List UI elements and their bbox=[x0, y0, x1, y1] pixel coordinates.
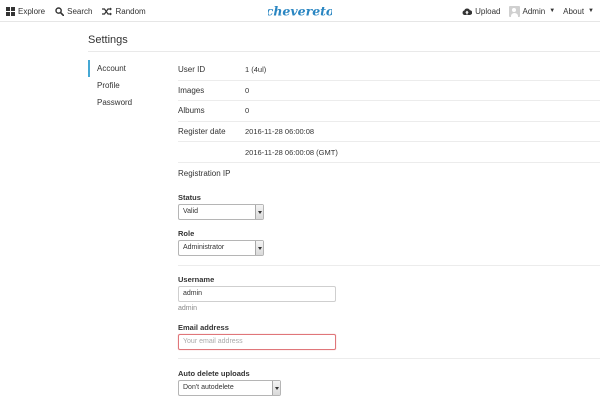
status-select-value: Valid bbox=[183, 208, 199, 215]
info-label: User ID bbox=[178, 65, 206, 75]
side-menu-profile[interactable]: Profile bbox=[88, 77, 168, 94]
nav-right: Upload Admin ▼ About ▼ bbox=[462, 0, 594, 22]
search-icon bbox=[55, 6, 65, 16]
nav-explore[interactable]: Explore bbox=[6, 6, 46, 16]
explore-icon bbox=[6, 6, 15, 16]
svg-text:chevereto: chevereto bbox=[268, 4, 332, 19]
username-label: Username bbox=[178, 275, 215, 284]
caret-down-icon: ▼ bbox=[588, 8, 594, 14]
nav-search-label: Search bbox=[67, 6, 93, 16]
avatar bbox=[508, 5, 520, 17]
nav-random-label: Random bbox=[115, 6, 146, 16]
info-label: Images bbox=[178, 85, 205, 95]
info-row-user-id: User ID 1 (4ul) bbox=[178, 60, 600, 81]
chevron-down-icon bbox=[272, 381, 280, 395]
settings-side-menu: Account Profile Password bbox=[88, 60, 168, 111]
info-label: Register date bbox=[178, 127, 226, 137]
email-label: Email address bbox=[178, 323, 229, 332]
chevereto-logo[interactable]: chevereto bbox=[268, 2, 332, 20]
divider bbox=[88, 51, 600, 52]
chevron-down-icon bbox=[255, 205, 263, 219]
email-placeholder: Your email address bbox=[183, 338, 243, 345]
divider bbox=[178, 358, 600, 359]
user-menu-label: Admin bbox=[522, 6, 546, 16]
nav-search[interactable]: Search bbox=[55, 7, 92, 16]
nav-upload[interactable]: Upload bbox=[462, 6, 501, 16]
auto-delete-select-value: Don't autodelete bbox=[183, 384, 234, 391]
user-menu[interactable]: Admin ▼ bbox=[508, 5, 556, 17]
info-row-register-date-gmt: 2016-11-28 06:00:08 (GMT) bbox=[178, 142, 600, 163]
chevron-down-icon bbox=[255, 241, 263, 255]
auto-delete-select[interactable]: Don't autodelete bbox=[178, 380, 281, 396]
nav-explore-label: Explore bbox=[18, 6, 46, 16]
role-select[interactable]: Administrator bbox=[178, 240, 264, 256]
role-label: Role bbox=[178, 229, 195, 238]
info-value: 2016-11-28 06:00:08 (GMT) bbox=[245, 147, 338, 157]
account-info: User ID 1 (4ul) Images 0 Albums 0 Regist… bbox=[178, 60, 600, 184]
info-label: Registration IP bbox=[178, 168, 231, 178]
nav-upload-label: Upload bbox=[475, 6, 501, 16]
info-row-register-date: Register date 2016-11-28 06:00:08 bbox=[178, 122, 600, 143]
info-row-images: Images 0 bbox=[178, 81, 600, 102]
divider bbox=[178, 265, 600, 266]
upload-icon bbox=[462, 8, 473, 15]
auto-delete-label: Auto delete uploads bbox=[178, 369, 250, 378]
username-input-value: admin bbox=[183, 290, 203, 297]
random-icon bbox=[102, 7, 113, 15]
page-title: Settings bbox=[88, 34, 128, 46]
top-bar: Explore Search Random chevereto Upload A… bbox=[0, 0, 600, 22]
username-hint: admin bbox=[178, 305, 198, 312]
caret-down-icon: ▼ bbox=[549, 8, 556, 14]
about-menu-label: About bbox=[563, 6, 585, 16]
info-label: Albums bbox=[178, 106, 205, 116]
info-row-registration-ip: Registration IP bbox=[178, 163, 600, 184]
info-value: 2016-11-28 06:00:08 bbox=[245, 127, 315, 137]
nav-random[interactable]: Random bbox=[102, 6, 146, 16]
username-input[interactable]: admin bbox=[178, 286, 336, 302]
email-field[interactable]: Your email address bbox=[178, 334, 336, 350]
nav-left: Explore Search Random bbox=[6, 0, 146, 22]
status-label: Status bbox=[178, 193, 201, 202]
about-menu[interactable]: About ▼ bbox=[563, 7, 594, 16]
status-select[interactable]: Valid bbox=[178, 204, 264, 220]
info-row-albums: Albums 0 bbox=[178, 101, 600, 122]
info-value: 0 bbox=[245, 106, 250, 116]
info-value: 1 (4ul) bbox=[245, 65, 267, 75]
side-menu-account[interactable]: Account bbox=[88, 60, 168, 77]
side-menu-password[interactable]: Password bbox=[88, 94, 168, 111]
info-value: 0 bbox=[245, 85, 250, 95]
role-select-value: Administrator bbox=[183, 244, 225, 251]
